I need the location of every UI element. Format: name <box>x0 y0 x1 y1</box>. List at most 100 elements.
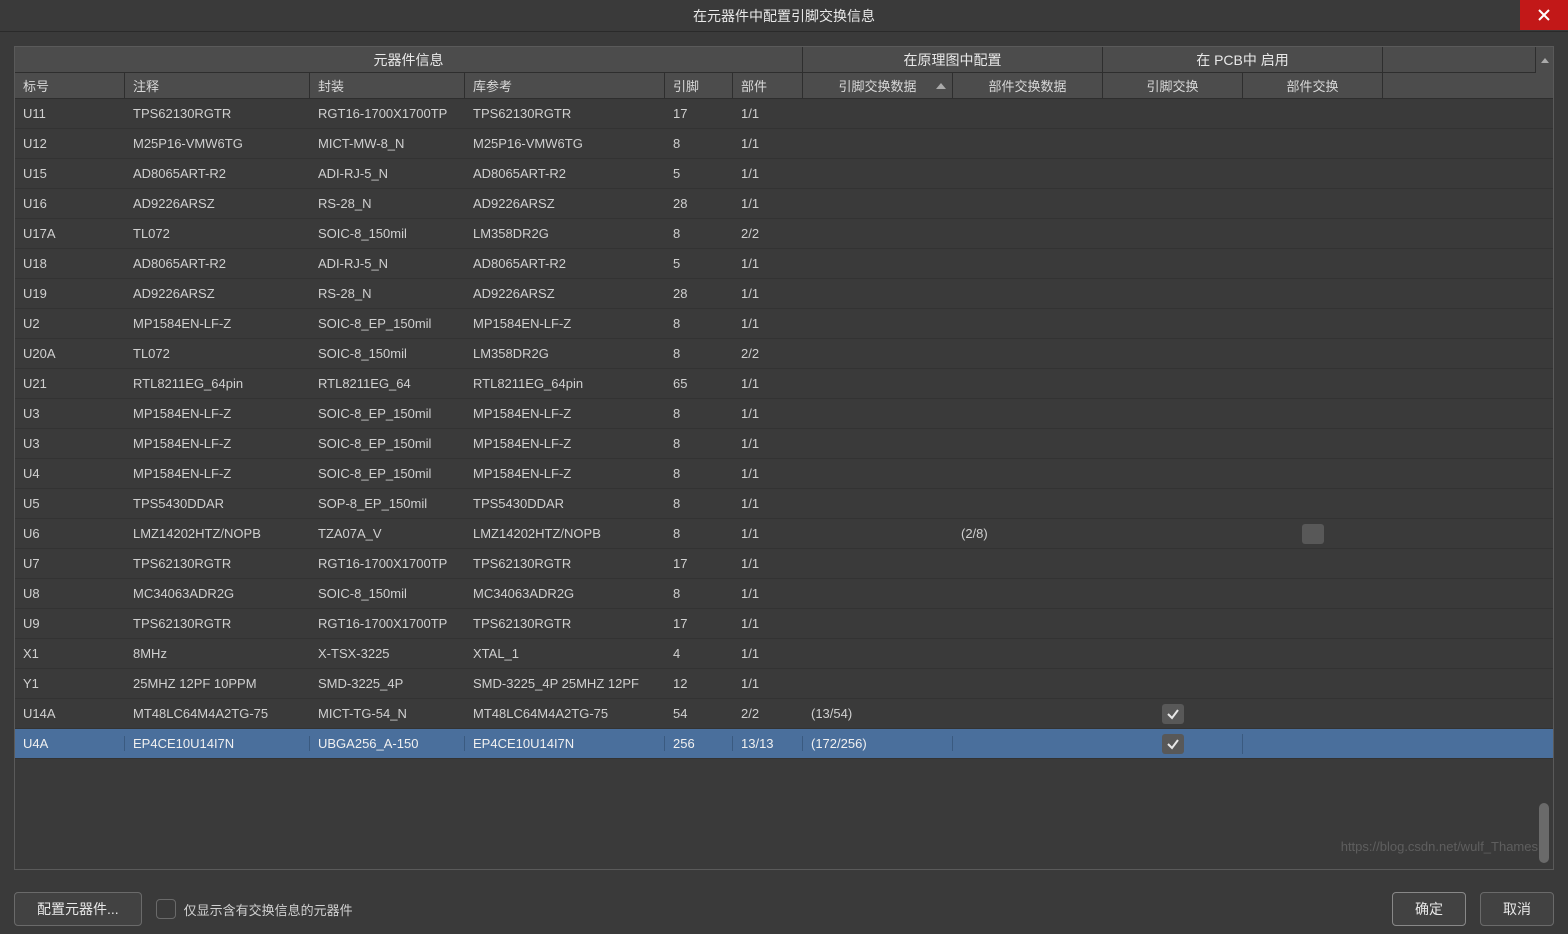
cell-designator: U20A <box>15 346 125 361</box>
cell-parts: 1/1 <box>733 316 803 331</box>
cell-parts: 1/1 <box>733 556 803 571</box>
table-row[interactable]: U7TPS62130RGTRRGT16-1700X1700TPTPS62130R… <box>15 549 1553 579</box>
cell-pins: 5 <box>665 256 733 271</box>
cell-library-ref: RTL8211EG_64pin <box>465 376 665 391</box>
cell-comment: MT48LC64M4A2TG-75 <box>125 706 310 721</box>
col-library-ref[interactable]: 库参考 <box>465 73 665 98</box>
cell-comment: TPS62130RGTR <box>125 556 310 571</box>
cell-designator: U14A <box>15 706 125 721</box>
cell-footprint: RTL8211EG_64 <box>310 376 465 391</box>
cell-pins: 17 <box>665 616 733 631</box>
check-icon[interactable] <box>1162 734 1184 754</box>
cell-footprint: SOP-8_EP_150mil <box>310 496 465 511</box>
cell-pin-swap-data: (13/54) <box>803 706 953 721</box>
cell-library-ref: AD8065ART-R2 <box>465 256 665 271</box>
cell-parts: 1/1 <box>733 436 803 451</box>
cell-parts: 1/1 <box>733 496 803 511</box>
cell-footprint: SOIC-8_EP_150mil <box>310 316 465 331</box>
scroll-top-button[interactable] <box>1535 47 1553 73</box>
cell-comment: MC34063ADR2G <box>125 586 310 601</box>
table-row[interactable]: U4AEP4CE10U14I7NUBGA256_A-150EP4CE10U14I… <box>15 729 1553 759</box>
cell-pins: 8 <box>665 136 733 151</box>
col-pin-swap-data[interactable]: 引脚交换数据 <box>803 73 953 98</box>
table-row[interactable]: U3MP1584EN-LF-ZSOIC-8_EP_150milMP1584EN-… <box>15 429 1553 459</box>
cell-footprint: RGT16-1700X1700TP <box>310 106 465 121</box>
cell-footprint: MICT-MW-8_N <box>310 136 465 151</box>
cell-designator: X1 <box>15 646 125 661</box>
show-only-swap-checkbox[interactable] <box>156 899 176 919</box>
col-part-swap-data[interactable]: 部件交换数据 <box>953 73 1103 98</box>
table-row[interactable]: U14AMT48LC64M4A2TG-75MICT-TG-54_NMT48LC6… <box>15 699 1553 729</box>
close-button[interactable] <box>1520 0 1568 30</box>
cell-library-ref: EP4CE10U14I7N <box>465 736 665 751</box>
cell-library-ref: TPS62130RGTR <box>465 106 665 121</box>
cell-pins: 8 <box>665 466 733 481</box>
cell-comment: TPS62130RGTR <box>125 106 310 121</box>
table-row[interactable]: U17ATL072SOIC-8_150milLM358DR2G82/2 <box>15 219 1553 249</box>
watermark-text: https://blog.csdn.net/wulf_Thames <box>1341 839 1538 854</box>
cell-library-ref: TPS5430DDAR <box>465 496 665 511</box>
content-area: 元器件信息 在原理图中配置 在 PCB中 启用 标号 注释 封装 库参考 引脚 … <box>0 32 1568 884</box>
table-row[interactable]: U8MC34063ADR2GSOIC-8_150milMC34063ADR2G8… <box>15 579 1553 609</box>
check-icon[interactable] <box>1162 704 1184 724</box>
table-row[interactable]: U3MP1584EN-LF-ZSOIC-8_EP_150milMP1584EN-… <box>15 399 1553 429</box>
cell-library-ref: AD9226ARSZ <box>465 196 665 211</box>
table-row[interactable]: U18AD8065ART-R2ADI-RJ-5_NAD8065ART-R251/… <box>15 249 1553 279</box>
cell-part-swap <box>1243 524 1383 544</box>
cell-library-ref: AD8065ART-R2 <box>465 166 665 181</box>
col-pins[interactable]: 引脚 <box>665 73 733 98</box>
scrollbar-thumb[interactable] <box>1539 803 1549 863</box>
cell-parts: 1/1 <box>733 676 803 691</box>
table-row[interactable]: U9TPS62130RGTRRGT16-1700X1700TPTPS62130R… <box>15 609 1553 639</box>
group-component-info[interactable]: 元器件信息 <box>15 47 803 72</box>
cell-part-swap-data: (2/8) <box>953 526 1103 541</box>
cell-footprint: TZA07A_V <box>310 526 465 541</box>
cell-designator: U12 <box>15 136 125 151</box>
table-row[interactable]: U2MP1584EN-LF-ZSOIC-8_EP_150milMP1584EN-… <box>15 309 1553 339</box>
table-row[interactable]: U20ATL072SOIC-8_150milLM358DR2G82/2 <box>15 339 1553 369</box>
table-row[interactable]: U15AD8065ART-R2ADI-RJ-5_NAD8065ART-R251/… <box>15 159 1553 189</box>
vertical-scrollbar[interactable] <box>1537 99 1551 867</box>
cell-parts: 1/1 <box>733 526 803 541</box>
table-row[interactable]: U12M25P16-VMW6TGMICT-MW-8_NM25P16-VMW6TG… <box>15 129 1553 159</box>
cell-pin-swap <box>1103 734 1243 754</box>
col-designator[interactable]: 标号 <box>15 73 125 98</box>
cell-parts: 1/1 <box>733 616 803 631</box>
checkbox-empty[interactable] <box>1302 524 1324 544</box>
cell-library-ref: MP1584EN-LF-Z <box>465 436 665 451</box>
table-row[interactable]: U21RTL8211EG_64pinRTL8211EG_64RTL8211EG_… <box>15 369 1553 399</box>
window-title: 在元器件中配置引脚交换信息 <box>693 6 875 26</box>
table-row[interactable]: U19AD9226ARSZRS-28_NAD9226ARSZ281/1 <box>15 279 1553 309</box>
table-row[interactable]: Y125MHZ 12PF 10PPMSMD-3225_4PSMD-3225_4P… <box>15 669 1553 699</box>
configure-components-button[interactable]: 配置元器件... <box>14 892 142 926</box>
table-row[interactable]: U4MP1584EN-LF-ZSOIC-8_EP_150milMP1584EN-… <box>15 459 1553 489</box>
cell-comment: MP1584EN-LF-Z <box>125 316 310 331</box>
col-footprint[interactable]: 封装 <box>310 73 465 98</box>
cell-pins: 8 <box>665 346 733 361</box>
table-row[interactable]: U11TPS62130RGTRRGT16-1700X1700TPTPS62130… <box>15 99 1553 129</box>
cell-parts: 2/2 <box>733 346 803 361</box>
table-row[interactable]: X18MHzX-TSX-3225XTAL_141/1 <box>15 639 1553 669</box>
col-parts[interactable]: 部件 <box>733 73 803 98</box>
group-pcb-enable[interactable]: 在 PCB中 启用 <box>1103 47 1383 72</box>
group-header-row: 元器件信息 在原理图中配置 在 PCB中 启用 <box>15 47 1553 73</box>
cell-pins: 8 <box>665 226 733 241</box>
cell-comment: TL072 <box>125 346 310 361</box>
cell-comment: TPS5430DDAR <box>125 496 310 511</box>
cancel-button[interactable]: 取消 <box>1480 892 1554 926</box>
table-row[interactable]: U16AD9226ARSZRS-28_NAD9226ARSZ281/1 <box>15 189 1553 219</box>
cell-comment: 8MHz <box>125 646 310 661</box>
cell-designator: U4A <box>15 736 125 751</box>
ok-button[interactable]: 确定 <box>1392 892 1466 926</box>
cell-library-ref: LM358DR2G <box>465 346 665 361</box>
col-pin-swap-data-label: 引脚交换数据 <box>838 76 916 95</box>
col-part-swap[interactable]: 部件交换 <box>1243 73 1383 98</box>
col-comment[interactable]: 注释 <box>125 73 310 98</box>
table-row[interactable]: U6LMZ14202HTZ/NOPBTZA07A_VLMZ14202HTZ/NO… <box>15 519 1553 549</box>
cell-pins: 5 <box>665 166 733 181</box>
cell-designator: U3 <box>15 406 125 421</box>
table-row[interactable]: U5TPS5430DDARSOP-8_EP_150milTPS5430DDAR8… <box>15 489 1553 519</box>
group-schematic-config[interactable]: 在原理图中配置 <box>803 47 1103 72</box>
cell-library-ref: MP1584EN-LF-Z <box>465 466 665 481</box>
col-pin-swap[interactable]: 引脚交换 <box>1103 73 1243 98</box>
